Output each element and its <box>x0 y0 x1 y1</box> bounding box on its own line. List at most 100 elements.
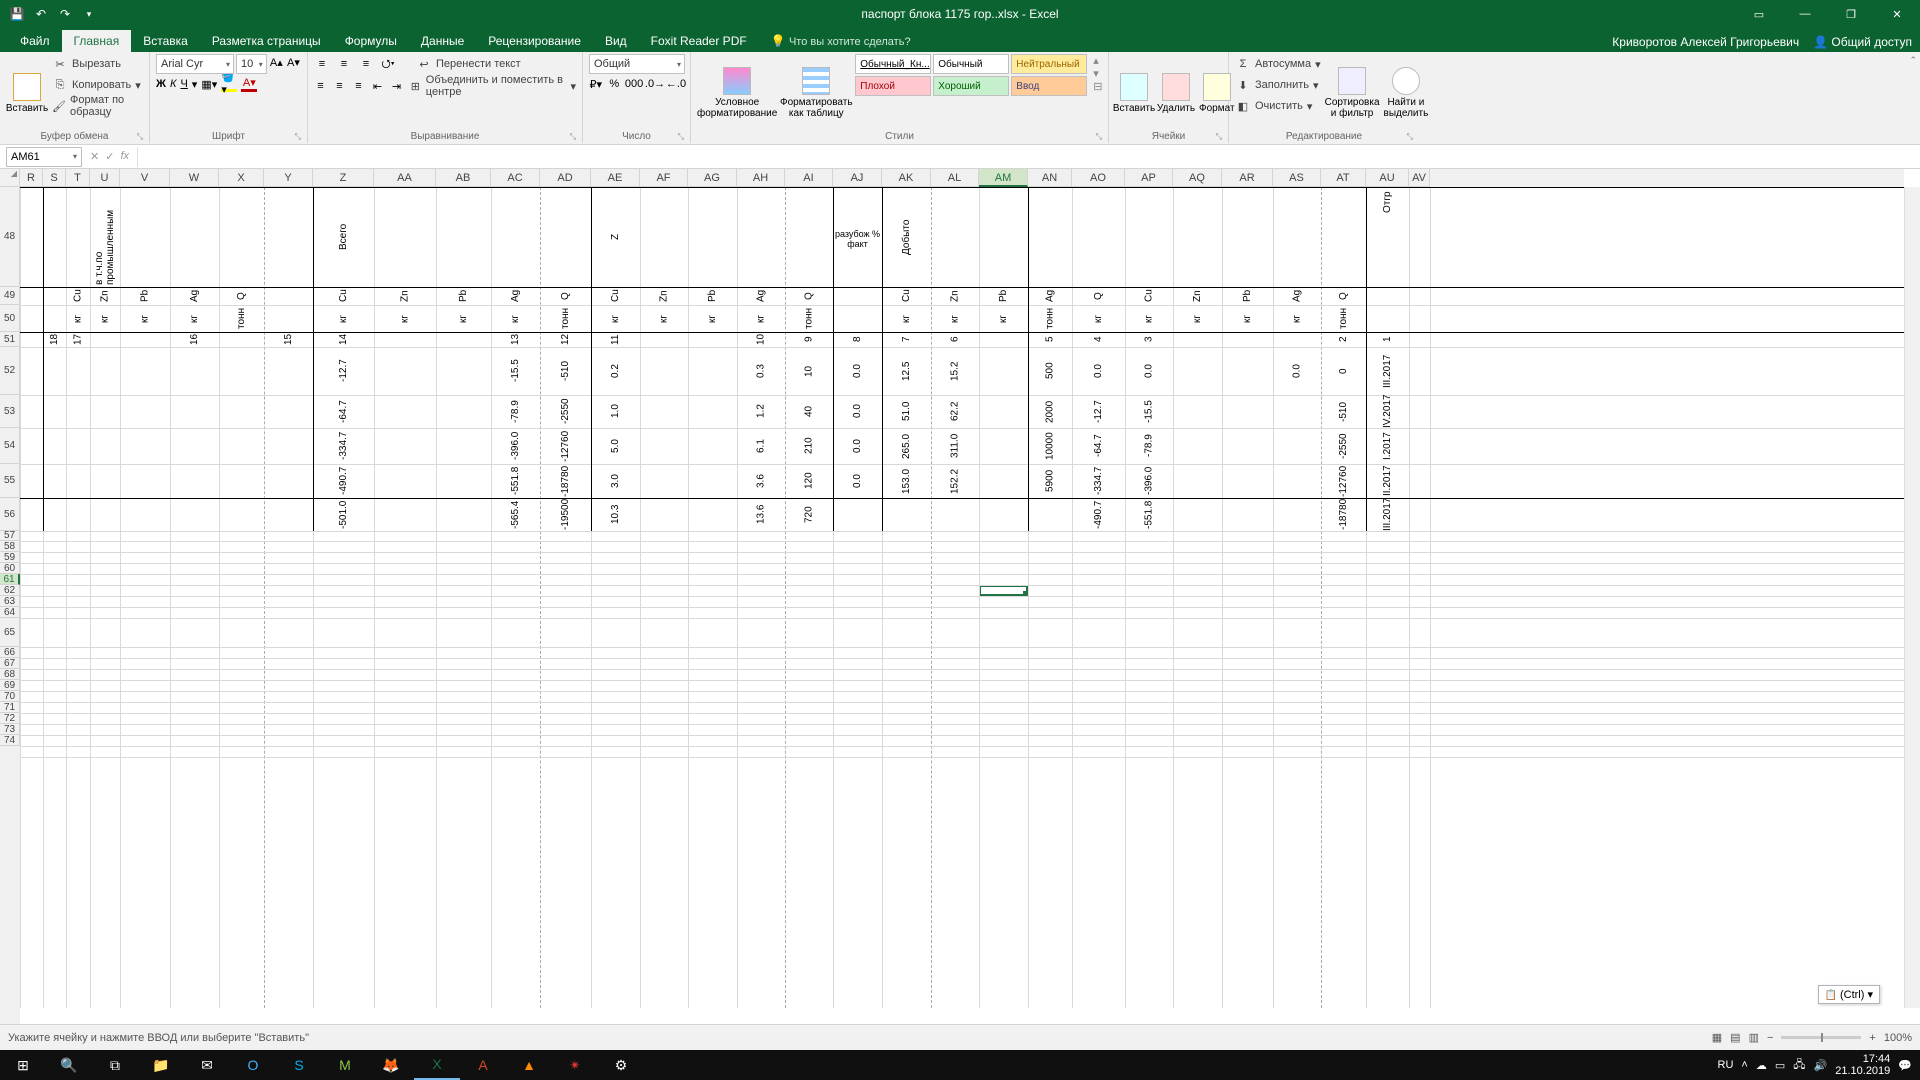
tab-insert[interactable]: Вставка <box>131 30 200 52</box>
cut-button[interactable]: ✂Вырезать <box>52 54 143 74</box>
row-header-65[interactable]: 65 <box>0 618 20 647</box>
view-normal-icon[interactable]: ▦ <box>1712 1031 1722 1044</box>
explorer-icon[interactable]: 📁 <box>138 1050 184 1080</box>
row-header-60[interactable]: 60 <box>0 563 20 574</box>
col-header-AN[interactable]: AN <box>1028 169 1072 187</box>
outlook-icon[interactable]: O <box>230 1050 276 1080</box>
view-pagebreak-icon[interactable]: ▥ <box>1749 1031 1759 1044</box>
active-cell[interactable] <box>979 585 1028 596</box>
col-header-AL[interactable]: AL <box>931 169 979 187</box>
name-box[interactable]: AM61 <box>6 147 82 167</box>
font-color-icon[interactable]: A▾ <box>241 76 257 92</box>
col-header-AF[interactable]: AF <box>640 169 688 187</box>
row-header-59[interactable]: 59 <box>0 552 20 563</box>
row-header-64[interactable]: 64 <box>0 607 20 618</box>
find-select-button[interactable]: Найти и выделить <box>1384 54 1429 130</box>
firefox-icon[interactable]: 🦊 <box>368 1050 414 1080</box>
row-header-72[interactable]: 72 <box>0 713 20 724</box>
taskview-icon[interactable]: ⧉ <box>92 1050 138 1080</box>
row-header-70[interactable]: 70 <box>0 691 20 702</box>
align-bottom-icon[interactable]: ≡ <box>358 56 374 72</box>
vertical-scrollbar[interactable] <box>1904 187 1920 1008</box>
share-button[interactable]: 👤 Общий доступ <box>1813 35 1912 49</box>
minimize-icon[interactable]: — <box>1782 0 1828 28</box>
col-header-AM[interactable]: AM <box>979 169 1028 187</box>
increase-font-icon[interactable]: A▴ <box>269 54 284 70</box>
tab-view[interactable]: Вид <box>593 30 639 52</box>
style-custom[interactable]: Обычный_Кн... <box>855 54 931 74</box>
ribbon-opts-icon[interactable]: ▭ <box>1736 0 1782 28</box>
col-header-AE[interactable]: AE <box>591 169 640 187</box>
paste-options-popup[interactable]: 📋 (Ctrl) ▾ <box>1818 985 1880 1004</box>
tab-review[interactable]: Рецензирование <box>476 30 593 52</box>
number-format-combo[interactable]: Общий <box>589 54 685 74</box>
row-header-53[interactable]: 53 <box>0 395 20 428</box>
maximize-icon[interactable]: ❐ <box>1828 0 1874 28</box>
select-all-triangle[interactable]: ◢ <box>0 169 20 187</box>
tab-formulas[interactable]: Формулы <box>333 30 409 52</box>
col-header-AP[interactable]: AP <box>1125 169 1173 187</box>
row-header-67[interactable]: 67 <box>0 658 20 669</box>
row-header-54[interactable]: 54 <box>0 428 20 464</box>
tab-home[interactable]: Главная <box>62 30 132 52</box>
app3-icon[interactable]: ✴ <box>552 1050 598 1080</box>
zoom-in-icon[interactable]: + <box>1869 1032 1875 1044</box>
italic-button[interactable]: К <box>170 78 176 90</box>
insert-cells-button[interactable]: Вставить <box>1115 54 1153 130</box>
style-more-icon[interactable]: ⊟ <box>1093 80 1102 93</box>
formula-input[interactable] <box>137 147 1920 167</box>
style-good[interactable]: Хороший <box>933 76 1009 96</box>
style-neutral[interactable]: Нейтральный <box>1011 54 1087 74</box>
sort-filter-button[interactable]: Сортировка и фильтр <box>1325 54 1380 130</box>
tab-file[interactable]: Файл <box>8 30 62 52</box>
settings-icon[interactable]: ⚙ <box>598 1050 644 1080</box>
tray-battery-icon[interactable]: ▭ <box>1775 1059 1785 1072</box>
col-header-AJ[interactable]: AJ <box>833 169 882 187</box>
col-header-U[interactable]: U <box>90 169 120 187</box>
decrease-font-icon[interactable]: A▾ <box>286 54 301 70</box>
close-icon[interactable]: ✕ <box>1874 0 1920 28</box>
zoom-out-icon[interactable]: − <box>1767 1032 1773 1044</box>
col-header-AI[interactable]: AI <box>785 169 833 187</box>
comma-icon[interactable]: 000 <box>626 76 642 92</box>
col-header-AS[interactable]: AS <box>1273 169 1321 187</box>
start-button[interactable]: ⊞ <box>0 1050 46 1080</box>
qat-more-icon[interactable]: ▾ <box>78 3 100 25</box>
row-header-63[interactable]: 63 <box>0 596 20 607</box>
row-header-66[interactable]: 66 <box>0 647 20 658</box>
align-right-icon[interactable]: ≡ <box>352 78 365 94</box>
align-top-icon[interactable]: ≡ <box>314 56 330 72</box>
col-header-AD[interactable]: AD <box>540 169 591 187</box>
row-header-52[interactable]: 52 <box>0 347 20 395</box>
col-header-T[interactable]: T <box>66 169 90 187</box>
style-scroll-down-icon[interactable]: ▾ <box>1093 67 1102 80</box>
col-header-AV[interactable]: AV <box>1409 169 1430 187</box>
font-size-combo[interactable]: 10 <box>236 54 267 74</box>
col-header-R[interactable]: R <box>20 169 43 187</box>
col-header-Y[interactable]: Y <box>264 169 313 187</box>
align-middle-icon[interactable]: ≡ <box>336 56 352 72</box>
autocad-icon[interactable]: A <box>460 1050 506 1080</box>
tab-foxit[interactable]: Foxit Reader PDF <box>639 30 759 52</box>
style-normal[interactable]: Обычный <box>933 54 1009 74</box>
clear-button[interactable]: ◧Очистить ▾ <box>1235 96 1321 116</box>
app2-icon[interactable]: M <box>322 1050 368 1080</box>
fx-icon[interactable]: fx <box>120 150 129 163</box>
mail-icon[interactable]: ✉ <box>184 1050 230 1080</box>
row-header-57[interactable]: 57 <box>0 531 20 541</box>
col-header-AB[interactable]: AB <box>436 169 491 187</box>
account-name[interactable]: Криворотов Алексей Григорьевич <box>1612 35 1799 49</box>
row-header-62[interactable]: 62 <box>0 585 20 596</box>
style-input[interactable]: Ввод <box>1011 76 1087 96</box>
format-as-table-button[interactable]: Форматировать как таблицу <box>781 54 851 130</box>
row-header-48[interactable]: 48 <box>0 187 20 287</box>
col-header-S[interactable]: S <box>43 169 66 187</box>
redo-icon[interactable]: ↷ <box>54 3 76 25</box>
col-header-W[interactable]: W <box>170 169 219 187</box>
col-header-AQ[interactable]: AQ <box>1173 169 1222 187</box>
action-center-icon[interactable]: 💬 <box>1898 1059 1912 1072</box>
col-header-AC[interactable]: AC <box>491 169 540 187</box>
percent-icon[interactable]: % <box>608 76 622 92</box>
zoom-level[interactable]: 100% <box>1884 1032 1912 1044</box>
currency-icon[interactable]: ₽▾ <box>589 76 603 92</box>
